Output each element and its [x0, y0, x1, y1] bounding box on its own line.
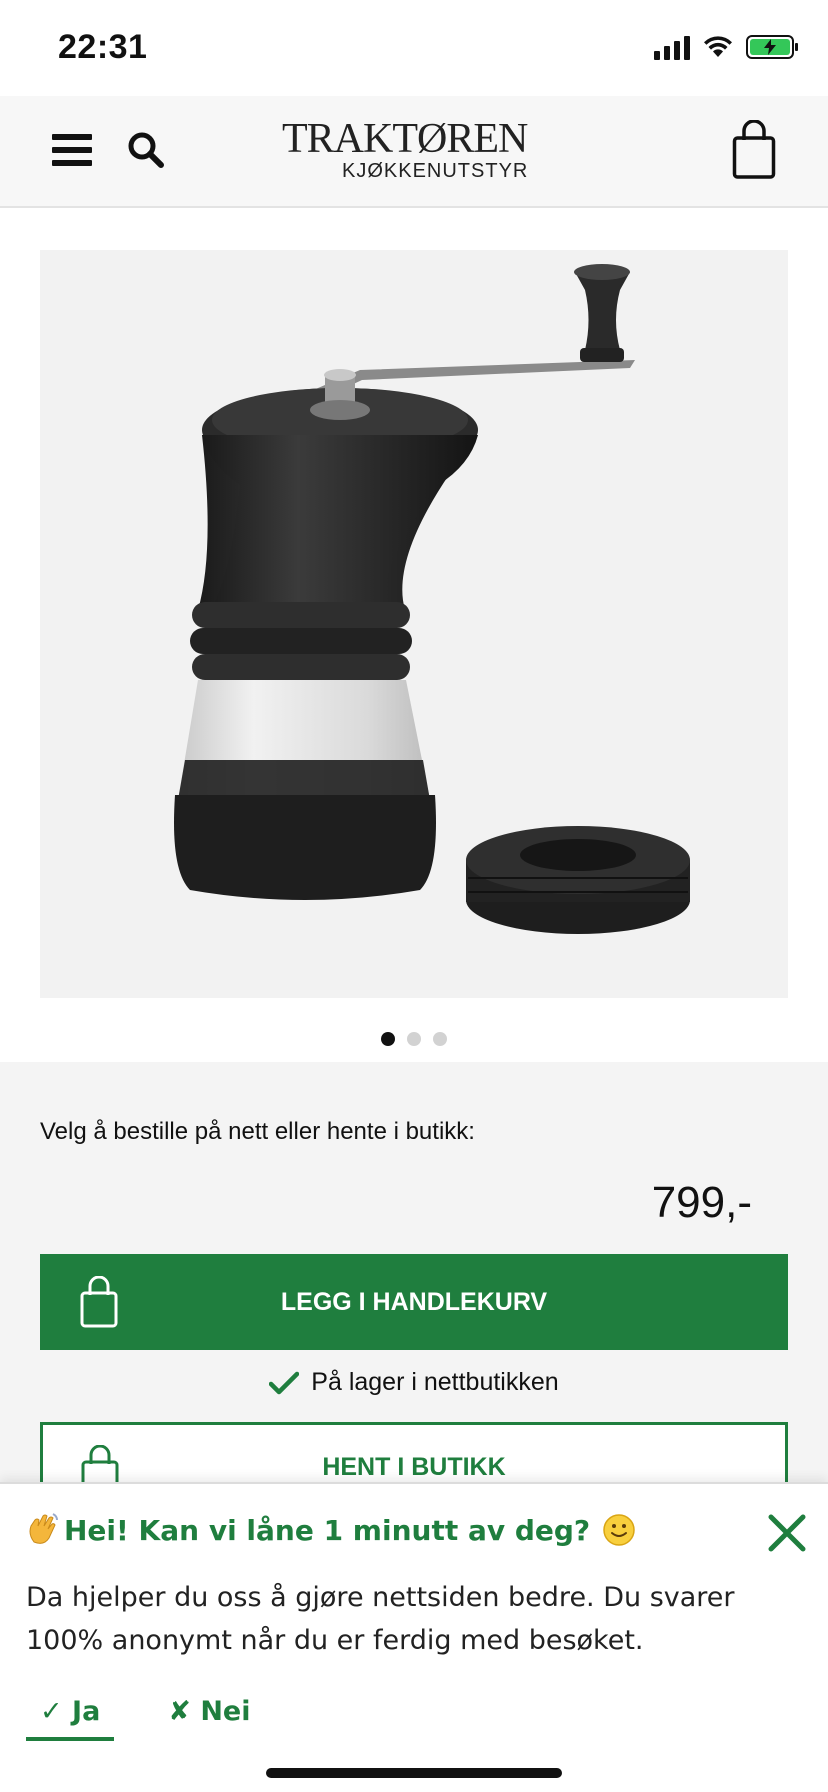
status-time: 22:31	[58, 28, 148, 66]
gallery-dot-3[interactable]	[433, 1032, 447, 1046]
close-icon[interactable]	[766, 1512, 808, 1554]
charging-bolt-icon	[764, 39, 776, 55]
status-icons	[654, 34, 798, 60]
survey-popup: Hei! Kan vi låne 1 minutt av deg? Da hje…	[0, 1482, 828, 1792]
wifi-icon	[704, 36, 732, 57]
site-logo[interactable]: TRAKTØREN KJØKKENUTSTYR	[282, 118, 552, 186]
product-image[interactable]	[40, 250, 788, 998]
battery-icon	[746, 35, 798, 59]
gallery-pagination	[0, 1032, 828, 1046]
product-price: 799,-	[651, 1178, 752, 1227]
smiley-face-icon	[603, 1514, 635, 1546]
logo-sub-text: KJØKKENUTSTYR	[342, 160, 529, 182]
site-header: TRAKTØREN KJØKKENUTSTYR	[0, 96, 828, 208]
waving-hand-icon	[29, 1513, 58, 1544]
shopping-bag-icon[interactable]	[732, 120, 776, 180]
survey-no-button[interactable]: ✘ Nei	[154, 1696, 264, 1741]
checkmark-icon	[269, 1371, 300, 1394]
survey-title-text: Hei! Kan vi låne 1 minutt av deg?	[64, 1513, 591, 1547]
stock-status: På lager i nettbutikken	[0, 1368, 828, 1397]
add-to-cart-label: LEGG I HANDLEKURV	[280, 1287, 548, 1316]
gallery-dot-1[interactable]	[381, 1032, 395, 1046]
product-gallery	[0, 210, 828, 1062]
search-icon[interactable]	[126, 130, 166, 170]
status-bar: 22:31	[0, 0, 828, 96]
survey-actions: ✓ Ja ✘ Nei	[26, 1696, 264, 1741]
order-option-text: Velg å bestille på nett eller hente i bu…	[40, 1118, 475, 1145]
logo-main-text: TRAKTØREN	[282, 116, 528, 162]
pickup-in-store-label: HENT I BUTIKK	[322, 1453, 506, 1481]
stock-status-text: På lager i nettbutikken	[311, 1368, 559, 1396]
survey-body-text: Da hjelper du oss å gjøre nettsiden bedr…	[26, 1582, 735, 1656]
coffee-grinder-illustration	[174, 264, 690, 934]
home-indicator	[266, 1768, 562, 1778]
shopping-bag-icon	[80, 1276, 118, 1328]
survey-title: Hei! Kan vi låne 1 minutt av deg?	[26, 1512, 636, 1548]
cellular-signal-icon	[654, 34, 690, 60]
survey-yes-button[interactable]: ✓ Ja	[26, 1696, 115, 1741]
menu-icon[interactable]	[52, 134, 92, 166]
add-to-cart-button[interactable]: LEGG I HANDLEKURV	[40, 1254, 788, 1350]
gallery-dot-2[interactable]	[407, 1032, 421, 1046]
